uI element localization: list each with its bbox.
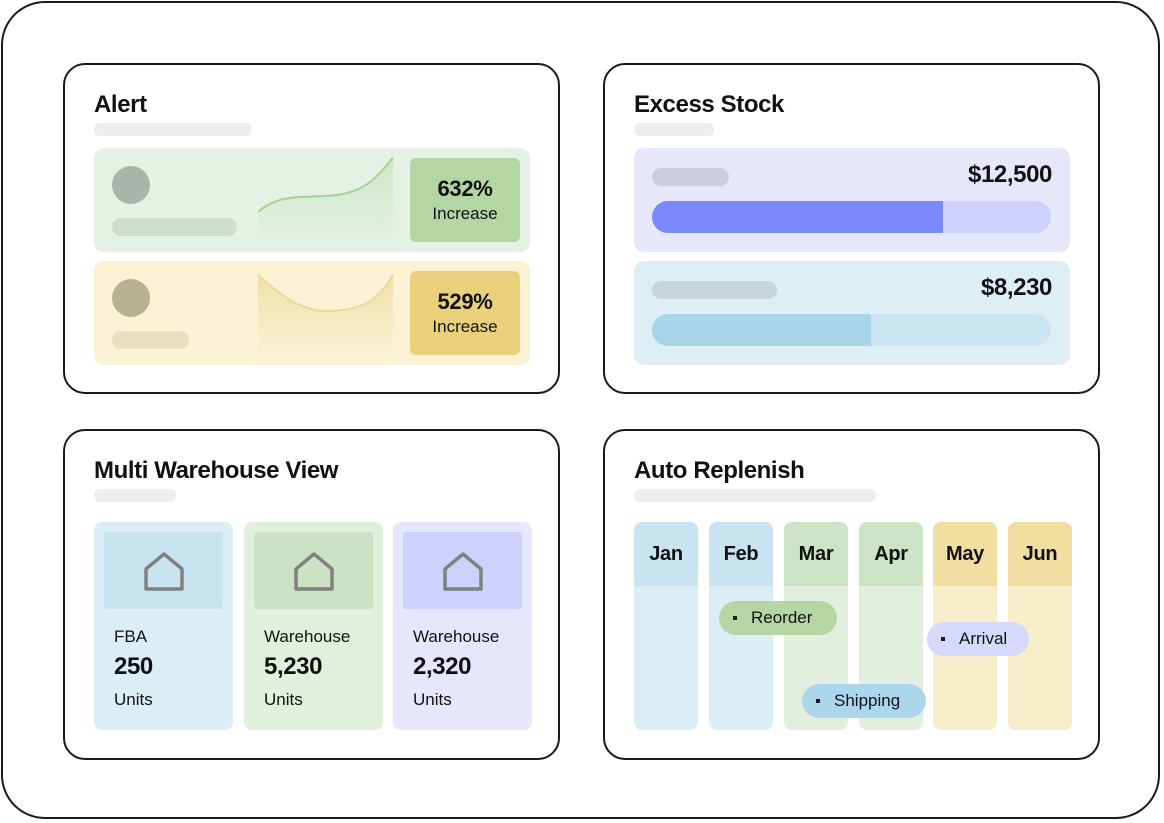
alert-label-placeholder: [112, 331, 189, 349]
warehouse-units-label: Units: [413, 690, 452, 709]
excess-progress-track: [652, 201, 1051, 233]
event-label: Reorder: [751, 608, 813, 627]
event-label: Arrival: [959, 629, 1008, 648]
month-header: Feb: [709, 522, 773, 586]
alert-title: Alert: [94, 91, 147, 118]
replenish-subtitle-placeholder: [634, 489, 876, 502]
warehouse-tile-fba[interactable]: FBA 250 Units: [94, 522, 233, 730]
alert-subtitle-placeholder: [94, 123, 252, 136]
excess-progress-fill: [652, 201, 944, 233]
alert-card: Alert 632% Increase 529% Increase: [63, 63, 560, 394]
alert-percentage: 632%: [437, 176, 493, 201]
warehouse-tile-3[interactable]: Warehouse 2,320 Units: [393, 522, 532, 730]
warehouse-units-value: 250: [114, 653, 153, 680]
auto-replenish-card: Auto Replenish Jan Feb Mar Apr May Jun R…: [603, 429, 1100, 760]
month-header: Mar: [784, 522, 848, 586]
alert-trend-sparkline: [258, 157, 394, 244]
excess-amount: $8,230: [980, 274, 1052, 301]
month-header: Jun: [1008, 522, 1072, 586]
auto-replenish-title: Auto Replenish: [634, 457, 805, 484]
alert-avatar-placeholder: [112, 166, 150, 204]
alert-badge: 529% Increase: [410, 271, 520, 355]
month-header: May: [933, 522, 997, 586]
alert-badge: 632% Increase: [410, 158, 520, 242]
bullet-icon: [816, 699, 820, 703]
warehouse-icon-box: [403, 532, 522, 609]
alert-trend-sparkline: [258, 274, 394, 357]
event-pill-arrival[interactable]: Arrival: [927, 622, 1029, 656]
excess-stock-card: Excess Stock $12,500 $8,230: [603, 63, 1100, 394]
excess-progress-track: [652, 314, 1051, 346]
home-icon: [143, 551, 184, 591]
alert-row-1[interactable]: 632% Increase: [94, 148, 530, 252]
month-column-jan[interactable]: Jan: [634, 522, 698, 730]
home-icon: [442, 551, 483, 591]
warehouse-subtitle-placeholder: [94, 489, 176, 502]
home-icon: [293, 551, 334, 591]
excess-label-placeholder: [652, 168, 729, 186]
month-header: Apr: [859, 522, 923, 586]
bullet-icon: [733, 616, 737, 620]
excess-row-1[interactable]: $12,500: [634, 148, 1070, 252]
multi-warehouse-title: Multi Warehouse View: [94, 457, 339, 484]
warehouse-name: Warehouse: [413, 627, 500, 646]
excess-amount: $12,500: [968, 161, 1052, 188]
alert-change-label: Increase: [432, 317, 498, 336]
event-pill-shipping[interactable]: Shipping: [802, 684, 926, 718]
warehouse-name: Warehouse: [264, 627, 351, 646]
alert-change-label: Increase: [432, 204, 498, 223]
warehouse-units-label: Units: [264, 690, 303, 709]
excess-stock-title: Excess Stock: [634, 91, 784, 118]
event-pill-reorder[interactable]: Reorder: [719, 601, 837, 635]
warehouse-units-label: Units: [114, 690, 153, 709]
warehouse-icon-box: [104, 532, 223, 609]
excess-progress-fill: [652, 314, 872, 346]
month-header: Jan: [634, 522, 698, 586]
bullet-icon: [941, 637, 945, 641]
excess-label-placeholder: [652, 281, 777, 299]
warehouse-units-value: 5,230: [264, 653, 323, 680]
multi-warehouse-card: Multi Warehouse View FBA 250 Units Wareh…: [63, 429, 560, 760]
alert-percentage: 529%: [437, 289, 493, 314]
warehouse-icon-box: [254, 532, 373, 609]
warehouse-units-value: 2,320: [413, 653, 472, 680]
alert-avatar-placeholder: [112, 279, 150, 317]
event-label: Shipping: [834, 691, 901, 710]
alert-label-placeholder: [112, 218, 237, 236]
excess-row-2[interactable]: $8,230: [634, 261, 1070, 365]
alert-row-2[interactable]: 529% Increase: [94, 261, 530, 365]
excess-subtitle-placeholder: [634, 123, 714, 136]
warehouse-name: FBA: [114, 627, 148, 646]
warehouse-tile-2[interactable]: Warehouse 5,230 Units: [244, 522, 383, 730]
